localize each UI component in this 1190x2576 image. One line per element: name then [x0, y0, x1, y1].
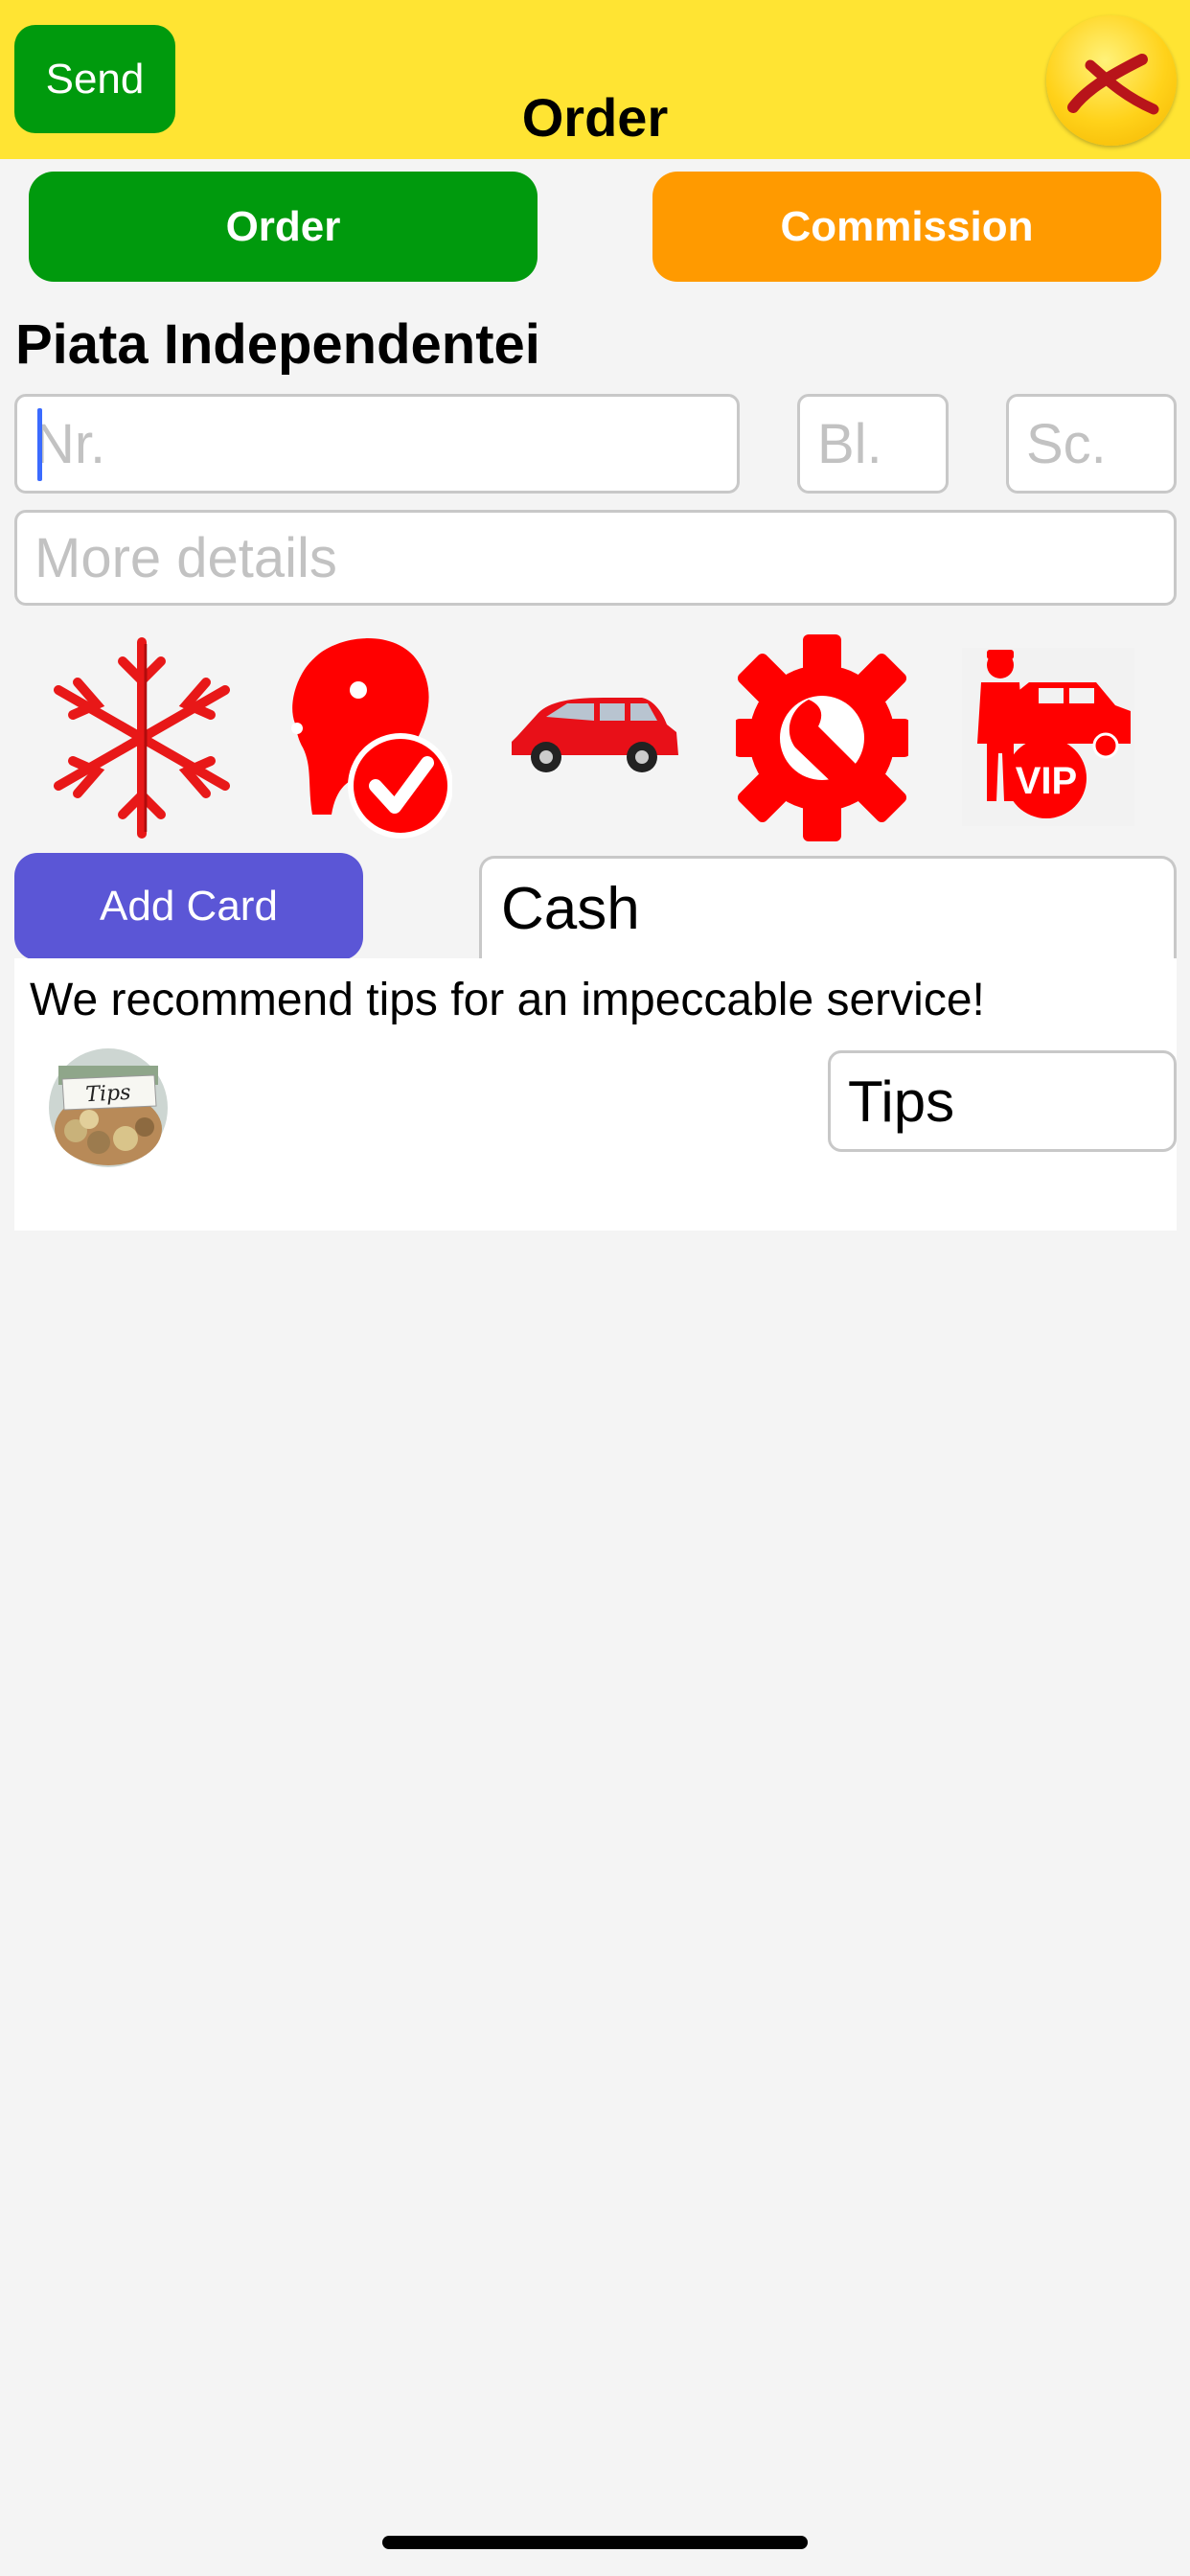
header-bar: Send Order	[0, 0, 1190, 159]
street-number-placeholder: Nr.	[34, 412, 106, 475]
close-icon[interactable]	[1046, 15, 1177, 146]
more-details-input[interactable]: More details	[14, 510, 1177, 606]
page-title: Order	[521, 87, 669, 148]
gear-wrench-icon[interactable]	[736, 632, 908, 843]
vip-driver-icon[interactable]: VIP	[962, 648, 1134, 826]
staircase-input[interactable]: Sc.	[1006, 394, 1177, 494]
more-details-placeholder: More details	[34, 526, 337, 589]
add-card-button[interactable]: Add Card	[14, 853, 363, 960]
tips-jar-icon: Tips	[49, 1048, 168, 1167]
order-screen: Send Order Order Commission Piata Indepe…	[0, 0, 1190, 2576]
pickup-address: Piata Independentei	[15, 313, 540, 376]
order-tab-button[interactable]: Order	[29, 172, 538, 282]
commission-tab-button[interactable]: Commission	[652, 172, 1161, 282]
tips-recommendation-text: We recommend tips for an impeccable serv…	[30, 975, 985, 1025]
payment-method-select[interactable]: Cash	[479, 856, 1177, 959]
car-icon[interactable]	[508, 688, 680, 776]
home-indicator[interactable]	[382, 2536, 808, 2549]
block-input[interactable]: Bl.	[797, 394, 949, 494]
tips-amount-select[interactable]: Tips	[828, 1050, 1177, 1152]
tips-panel: We recommend tips for an impeccable serv…	[14, 958, 1177, 1230]
text-caret	[37, 408, 42, 481]
street-number-input[interactable]: Nr.	[14, 394, 740, 494]
staircase-placeholder: Sc.	[1026, 412, 1107, 475]
snowflake-icon[interactable]	[54, 632, 230, 843]
pet-friendly-icon[interactable]	[284, 632, 452, 843]
svg-text:VIP: VIP	[1016, 760, 1077, 802]
block-placeholder: Bl.	[817, 412, 882, 475]
tips-jar-label: Tips	[85, 1081, 131, 1107]
